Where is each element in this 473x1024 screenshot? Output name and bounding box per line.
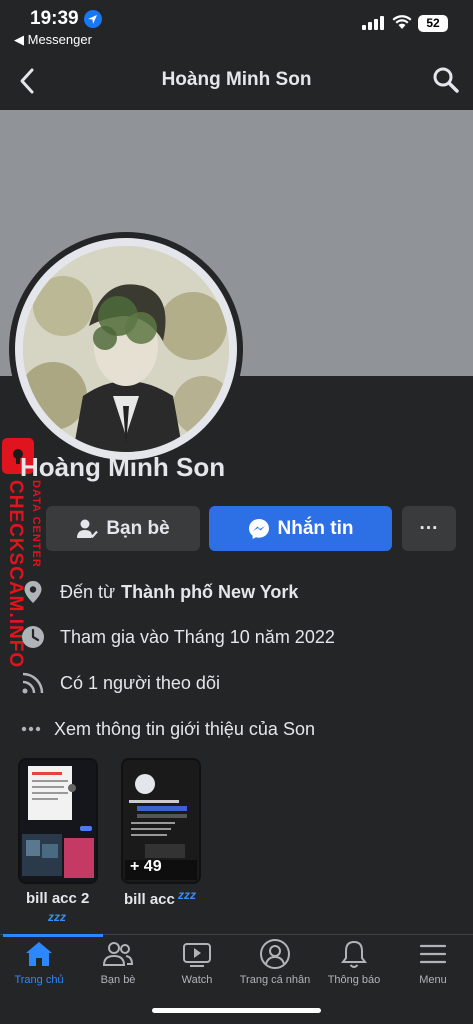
- tab-label: Trang chủ: [14, 974, 64, 986]
- tab-label: Thông báo: [327, 974, 381, 986]
- message-button[interactable]: Nhắn tin: [209, 506, 392, 551]
- friends-button-label: Bạn bè: [106, 517, 170, 539]
- story-label: bill acc 2: [26, 890, 90, 907]
- search-icon[interactable]: [432, 66, 460, 94]
- info-row-about[interactable]: Xem thông tin giới thiệu của Son: [20, 713, 315, 745]
- tab-profile[interactable]: Trang cá nhân: [230, 938, 320, 986]
- featured-story-1[interactable]: [18, 758, 98, 884]
- tab-notifications[interactable]: Thông báo: [309, 938, 399, 986]
- followers-rss-icon: [20, 670, 46, 696]
- ellipsis-icon: [20, 716, 42, 742]
- watermark-subtitle: DATA CENTER: [30, 480, 42, 568]
- tab-label: Bạn bè: [100, 974, 136, 986]
- info-row-location: Đến từ Thành phố New York: [20, 576, 298, 608]
- location-prefix: Đến từ: [60, 581, 116, 602]
- more-options-button[interactable]: ···: [402, 506, 456, 551]
- story-label: bill acc: [124, 891, 175, 908]
- location-arrow-icon: [84, 10, 102, 28]
- wifi-icon: [392, 14, 412, 30]
- status-bar: 19:39 ◀ Messenger 52: [0, 0, 473, 50]
- back-to-messenger-link[interactable]: ◀ Messenger: [14, 32, 92, 48]
- info-row-followers[interactable]: Có 1 người theo dõi: [20, 667, 220, 699]
- page-title: Hoàng Minh Son: [161, 69, 312, 90]
- location-pin-icon: [20, 579, 46, 605]
- home-icon: [23, 938, 55, 970]
- cellular-signal-icon: [362, 16, 384, 30]
- battery-indicator: 52: [418, 15, 448, 32]
- menu-icon: [417, 938, 449, 970]
- friends-button[interactable]: Bạn bè: [46, 506, 200, 551]
- avatar[interactable]: [23, 246, 229, 452]
- profile-name: Hoàng Minh Son: [20, 452, 226, 482]
- tab-friends[interactable]: Bạn bè: [73, 938, 163, 986]
- messenger-icon: [248, 518, 269, 539]
- more-options-label: ···: [419, 517, 439, 539]
- tab-label: Menu: [419, 974, 447, 986]
- message-button-label: Nhắn tin: [277, 517, 354, 539]
- navigation-bar: Hoàng Minh Son: [0, 50, 473, 110]
- status-time: 19:39: [30, 8, 79, 29]
- about-link: Xem thông tin giới thiệu của Son: [54, 718, 315, 739]
- zzz-sticker: zzz: [48, 910, 66, 924]
- bell-icon: [338, 938, 370, 970]
- followers-count: Có 1 người theo dõi: [60, 672, 220, 693]
- joined-date: Tham gia vào Tháng 10 năm 2022: [60, 626, 335, 647]
- tab-menu[interactable]: Menu: [388, 938, 473, 986]
- clock-icon: [20, 624, 46, 650]
- watch-icon: [181, 938, 213, 970]
- info-row-joined: Tham gia vào Tháng 10 năm 2022: [20, 621, 335, 653]
- friends-icon: [102, 938, 134, 970]
- profile-icon: [259, 938, 291, 970]
- tab-home[interactable]: Trang chủ: [0, 938, 84, 986]
- active-tab-indicator: [3, 934, 103, 937]
- zzz-sticker: zzz: [178, 888, 196, 902]
- story-count-badge: + 49: [130, 858, 162, 875]
- location-city-link[interactable]: Thành phố New York: [121, 582, 298, 603]
- home-indicator: [152, 1008, 321, 1013]
- friend-check-icon: [77, 519, 99, 538]
